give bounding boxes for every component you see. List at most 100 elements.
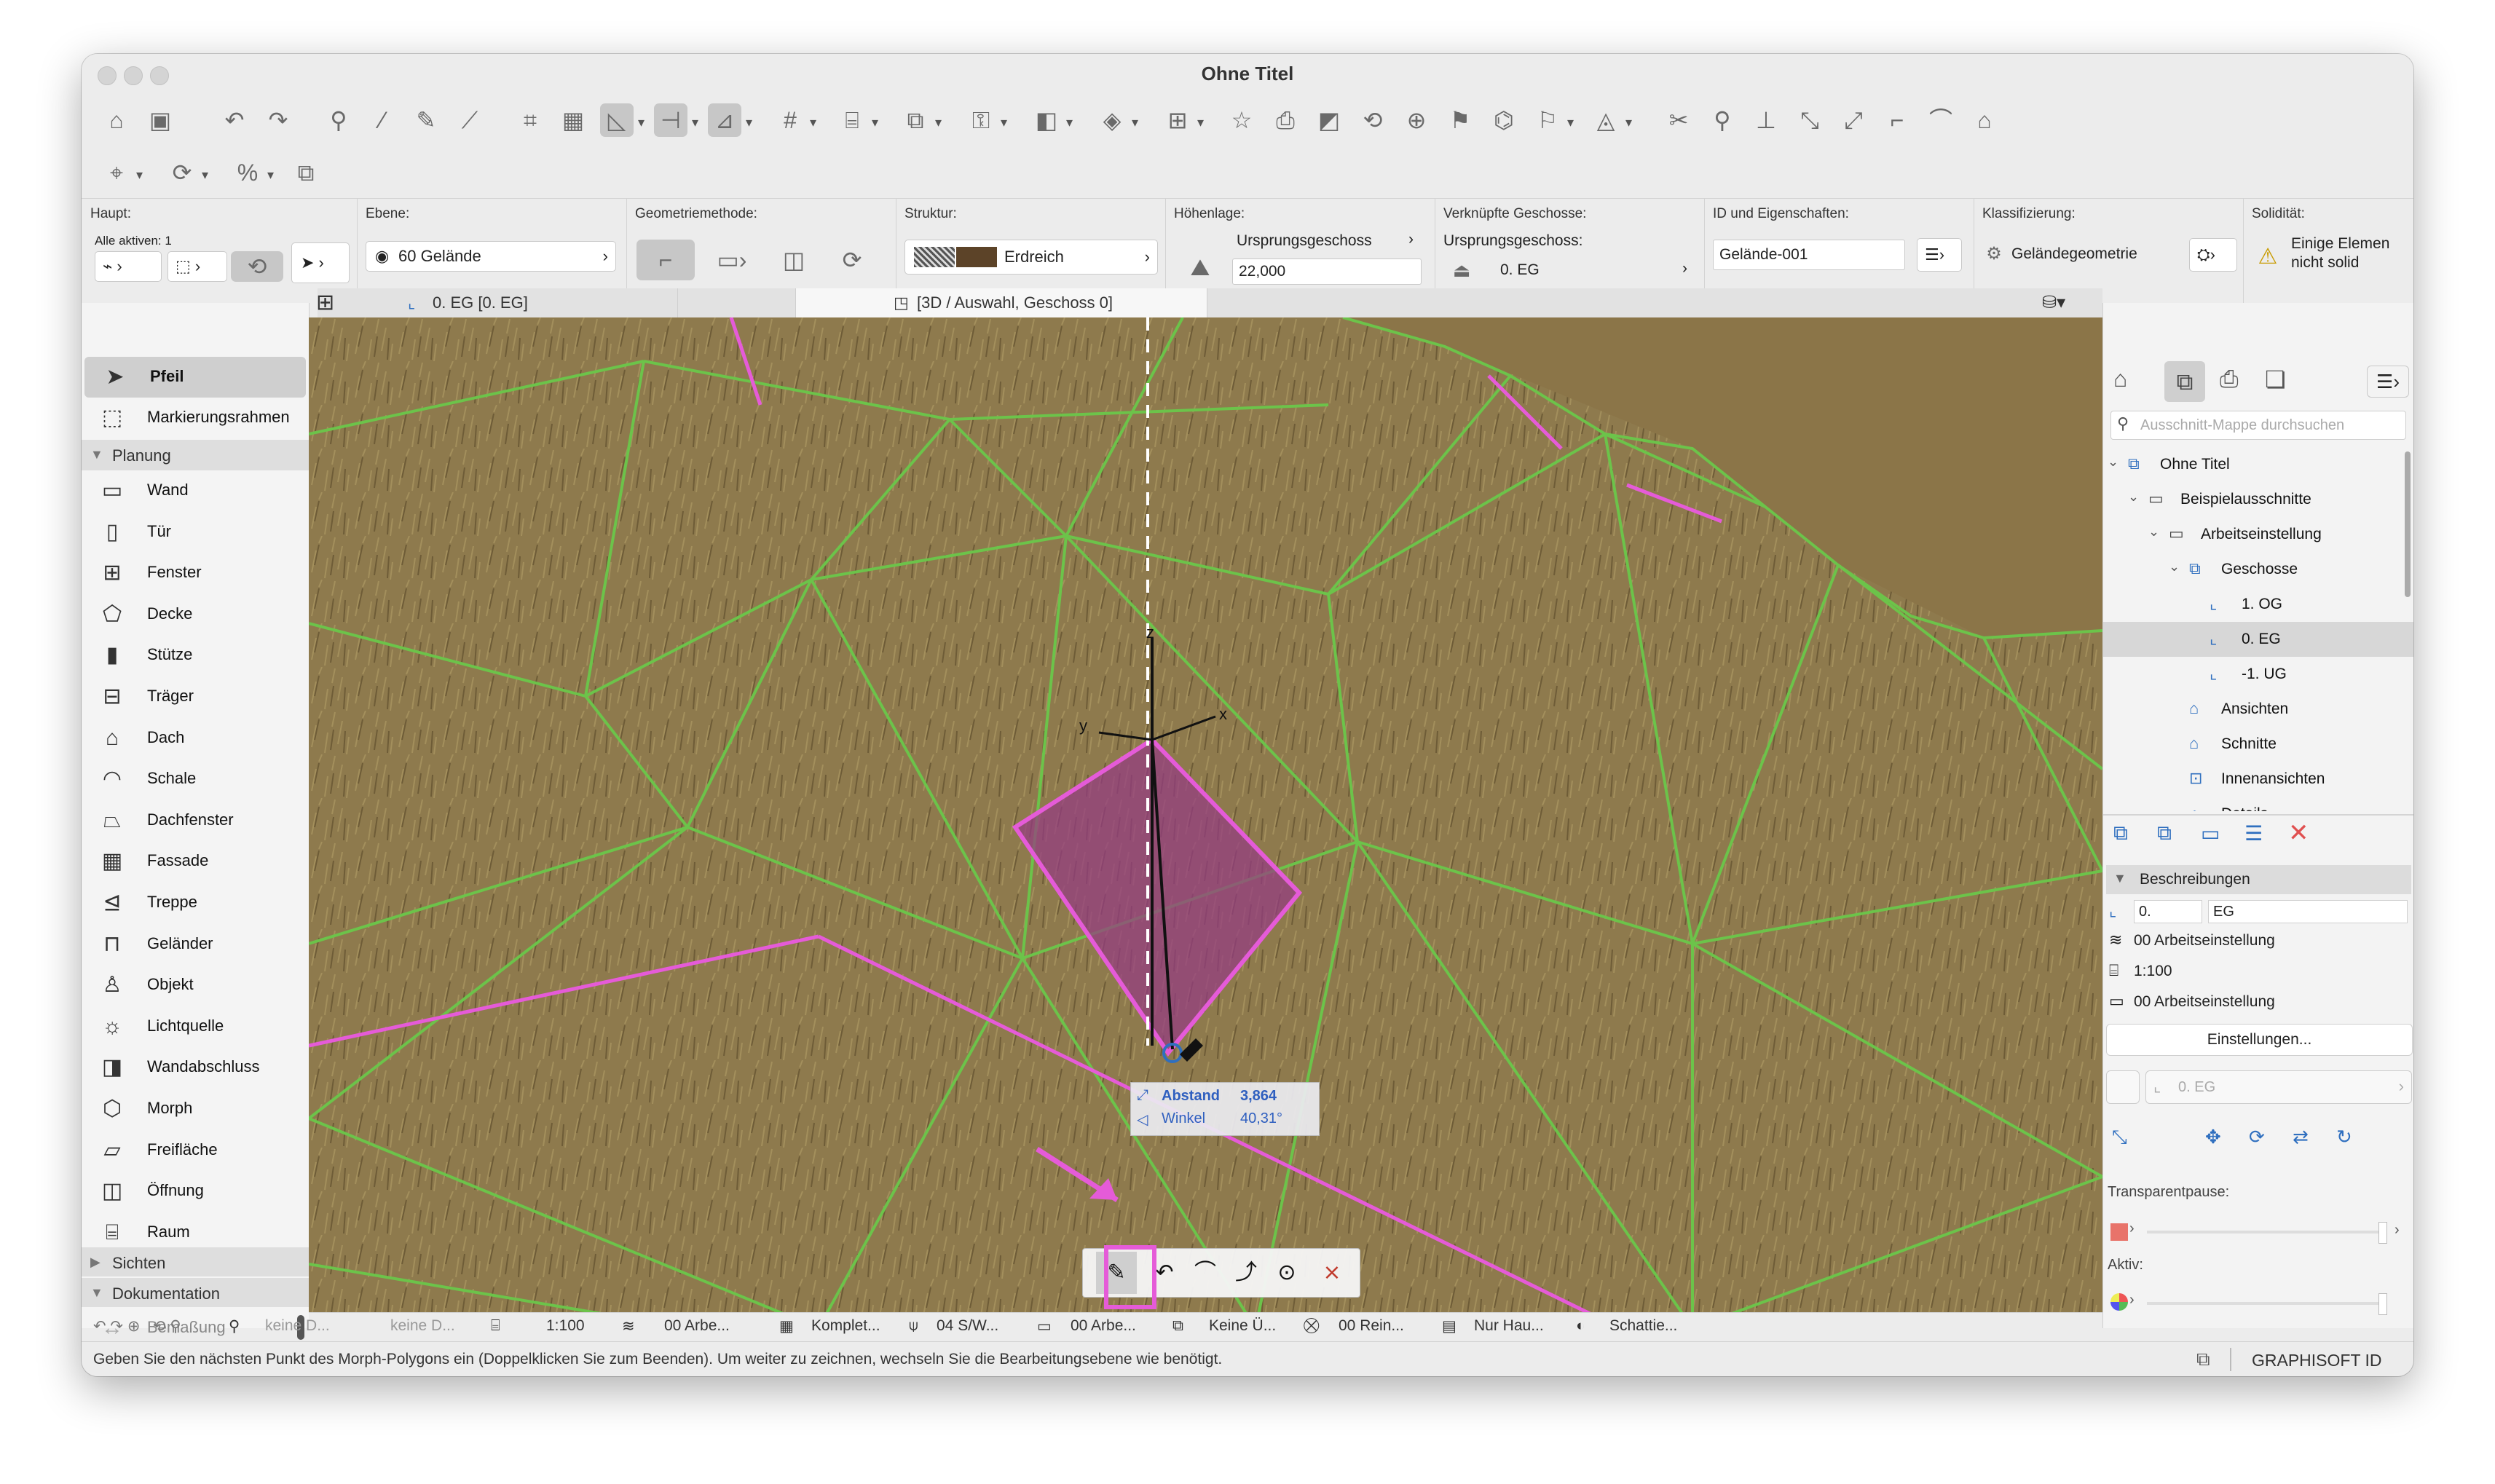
view-id-input[interactable]: 0. bbox=[2134, 900, 2202, 923]
section-sichten[interactable]: ▶ Sichten bbox=[82, 1247, 309, 1276]
navigator-search-input[interactable]: ⚲ Ausschnitt-Mappe durchsuchen bbox=[2110, 411, 2406, 440]
chevron-down-icon[interactable]: ▾ bbox=[692, 115, 698, 130]
status-override[interactable]: Keine Ü... bbox=[1209, 1317, 1276, 1335]
chevron-right-icon[interactable]: › bbox=[2129, 1220, 2135, 1237]
tool-morph[interactable]: ⬡ Morph bbox=[82, 1089, 309, 1129]
status-pen[interactable]: 04 S/W... bbox=[937, 1317, 998, 1335]
rotate-reference-icon[interactable]: ⟳ bbox=[2249, 1126, 2265, 1148]
chevron-down-icon[interactable]: ▾ bbox=[746, 115, 752, 130]
box-method-icon[interactable]: ◫ bbox=[772, 240, 816, 280]
group-icon[interactable]: ⧉ bbox=[899, 103, 932, 137]
tree-item-arbeitseinstellung[interactable]: ⌄ ▭ Arbeitseinstellung bbox=[2103, 517, 2413, 552]
view-map-icon[interactable]: ⧉ bbox=[2164, 361, 2205, 402]
settings-button[interactable]: Einstellungen... bbox=[2106, 1024, 2413, 1056]
chevron-down-icon[interactable]: ▾ bbox=[935, 115, 942, 130]
chevron-down-icon[interactable]: ▾ bbox=[1197, 115, 1204, 130]
chevron-down-icon[interactable]: ⌄ bbox=[2169, 559, 2180, 575]
navigator-menu-button[interactable]: ☰› bbox=[2367, 366, 2409, 398]
arc-center-icon[interactable]: ⊙ bbox=[1266, 1252, 1307, 1294]
add-node-icon[interactable]: ⌖ bbox=[100, 156, 133, 189]
chevron-right-icon[interactable]: › bbox=[1682, 260, 1687, 277]
rectangle-method-icon[interactable]: ▭› bbox=[706, 240, 757, 280]
layer-select[interactable]: ◉ 60 Gelände › bbox=[366, 241, 616, 272]
status-renovation[interactable]: 00 Rein... bbox=[1339, 1317, 1404, 1335]
favorites-icon[interactable]: ☆ bbox=[1225, 103, 1258, 137]
delete-icon[interactable]: ✕ bbox=[2288, 818, 2309, 848]
rotate-node-icon[interactable]: ⟳ bbox=[165, 156, 199, 189]
status-shadow[interactable]: Schattie... bbox=[1609, 1317, 1677, 1335]
view-name-input[interactable]: EG bbox=[2208, 900, 2408, 923]
classification-value[interactable]: Geländegeometrie bbox=[2011, 245, 2137, 263]
slider-thumb[interactable] bbox=[2378, 1293, 2387, 1315]
editing-plane-icon[interactable]: ⊿ bbox=[708, 103, 741, 137]
panel-toggle-icon[interactable]: ⧉ bbox=[2196, 1348, 2210, 1371]
tag-icon[interactable]: ⌬ bbox=[1487, 103, 1521, 137]
chevron-down-icon[interactable]: ▾ bbox=[872, 115, 878, 130]
guide-lines-icon[interactable]: ◺ bbox=[600, 103, 634, 137]
tool-fassade[interactable]: ▦ Fassade bbox=[82, 841, 309, 882]
view-icon[interactable]: ⊕ bbox=[1400, 103, 1433, 137]
scissors-icon[interactable]: ✂ bbox=[1662, 103, 1695, 137]
trace-color-swatch[interactable] bbox=[2110, 1223, 2128, 1241]
navigation-undo-icon[interactable]: ↶ ↷ ⊕ bbox=[93, 1317, 140, 1335]
swap-reference-icon[interactable]: ⇄ bbox=[2293, 1126, 2309, 1148]
status-scale[interactable]: 1:100 bbox=[546, 1317, 585, 1335]
tree-item-geschosse[interactable]: ⌄ ⧉ Geschosse bbox=[2103, 552, 2413, 587]
marquee-settings-button[interactable]: ⬚ › bbox=[167, 251, 227, 282]
filter-icon[interactable]: ⚐ bbox=[1531, 103, 1564, 137]
transparency-slider[interactable] bbox=[2147, 1231, 2380, 1234]
new-folder-icon[interactable]: ▭ bbox=[2201, 821, 2220, 845]
inject-icon[interactable]: ✎ bbox=[409, 103, 443, 137]
tool-decke[interactable]: ⬠ Decke bbox=[82, 594, 309, 635]
tab-floor-plan[interactable]: ⌞ 0. EG [0. EG] bbox=[403, 288, 678, 317]
tool-marquee[interactable]: ⬚ Markierungsrahmen bbox=[82, 398, 309, 438]
redo-icon[interactable]: ↷ bbox=[261, 103, 295, 137]
section-planung[interactable]: ▼ Planung bbox=[82, 440, 309, 470]
chevron-down-icon[interactable]: ▾ bbox=[810, 115, 816, 130]
tool-arrow[interactable]: ➤ Pfeil bbox=[84, 357, 306, 398]
trace-icon[interactable]: ⟲ bbox=[1356, 103, 1390, 137]
tool-freifläche[interactable]: ▱ Freifläche bbox=[82, 1130, 309, 1171]
selection-settings-button[interactable]: ⌁ › bbox=[95, 251, 162, 282]
move-reference-icon[interactable]: ✥ bbox=[2205, 1126, 2221, 1148]
layout-icon[interactable]: ◩ bbox=[1312, 103, 1346, 137]
publisher-icon[interactable]: ⎙ bbox=[1269, 103, 1302, 137]
construction-grid-icon[interactable]: ⌸ bbox=[835, 103, 869, 137]
element-id-input[interactable]: Gelände-001 bbox=[1713, 240, 1905, 270]
chevron-down-icon[interactable]: ▾ bbox=[1001, 115, 1007, 130]
chevron-down-icon[interactable]: ▾ bbox=[267, 167, 274, 183]
rotated-method-icon[interactable]: ⟳ bbox=[830, 240, 874, 280]
render-icon[interactable]: ◬ bbox=[1589, 103, 1623, 137]
status-partial[interactable]: Nur Hau... bbox=[1474, 1317, 1544, 1335]
elevate-icon[interactable]: ⊥ bbox=[1749, 103, 1783, 137]
undo-icon[interactable]: ↶ bbox=[218, 103, 251, 137]
tool-tür[interactable]: ▯ Tür bbox=[82, 512, 309, 553]
spline-icon[interactable]: ⤴ bbox=[1226, 1252, 1266, 1294]
tree-item-minus-1-ug[interactable]: ⌞ -1. UG bbox=[2103, 657, 2413, 692]
tool-objekt[interactable]: ♙ Objekt bbox=[82, 965, 309, 1006]
roof-tool-icon[interactable]: ⌂ bbox=[1968, 103, 2001, 137]
chevron-down-icon[interactable]: ▾ bbox=[638, 115, 645, 130]
reset-reference-icon[interactable]: ↻ bbox=[2336, 1126, 2352, 1148]
tool-träger[interactable]: ⊟ Träger bbox=[82, 676, 309, 717]
layout-frame-icon[interactable] bbox=[2106, 1070, 2140, 1104]
tool-stütze[interactable]: ▮ Stütze bbox=[82, 635, 309, 676]
chevron-down-icon[interactable]: ▾ bbox=[136, 167, 143, 183]
arrow-tool-settings[interactable]: ➤ › bbox=[291, 242, 350, 283]
orbit-icon[interactable]: ⟲ ⚲ bbox=[153, 1317, 181, 1335]
tool-dachfenster[interactable]: ⏢ Dachfenster bbox=[82, 800, 309, 841]
project-map-icon[interactable]: ⌂ bbox=[2113, 366, 2150, 402]
tree-item-beispielausschnitte[interactable]: ⌄ ▭ Beispielausschnitte bbox=[2103, 482, 2413, 517]
clone-folder-icon[interactable]: ⧉ bbox=[2157, 821, 2172, 845]
chevron-right-icon[interactable]: › bbox=[2129, 1292, 2135, 1309]
grid-icon[interactable]: # bbox=[773, 103, 807, 137]
color-wheel-icon[interactable] bbox=[2110, 1293, 2128, 1311]
properties-icon[interactable]: ⚑ bbox=[1443, 103, 1477, 137]
status-keine-2[interactable]: keine D... bbox=[390, 1317, 455, 1335]
slider-thumb[interactable] bbox=[2378, 1222, 2387, 1244]
lock-icon[interactable]: ⚿ bbox=[964, 103, 998, 137]
graphisoft-id[interactable]: GRAPHISOFT ID bbox=[2252, 1351, 2382, 1370]
chevron-right-icon[interactable]: › bbox=[2395, 1222, 2400, 1239]
chevron-right-icon[interactable]: › bbox=[1408, 231, 1414, 248]
snap-guides-icon[interactable]: ⊣ bbox=[654, 103, 687, 137]
